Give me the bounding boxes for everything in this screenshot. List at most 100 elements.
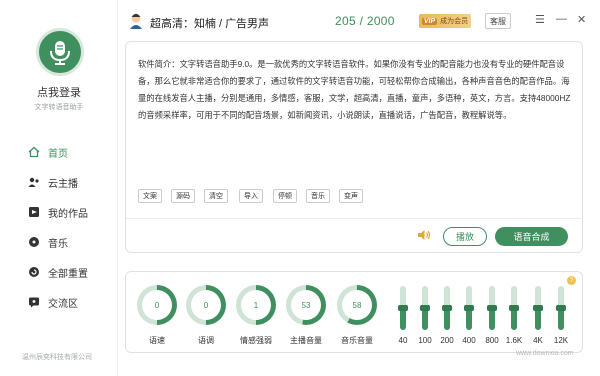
text-editor[interactable]: 软件简介：文字转语音助手9.0。是一款优秀的文字转语音软件。如果你没有专业的配音… xyxy=(125,41,583,253)
login-link[interactable]: 点我登录 xyxy=(0,84,118,100)
sidebar-item-label: 音乐 xyxy=(48,238,68,250)
sidebar-item-label: 交流区 xyxy=(48,298,78,310)
vip-button[interactable]: VIP 成为会员 xyxy=(419,14,471,28)
music-icon xyxy=(28,236,40,248)
eq-knob[interactable] xyxy=(533,305,543,311)
eq-knob[interactable] xyxy=(442,305,452,311)
eq-slider-200[interactable] xyxy=(442,286,452,330)
char-count-current: 205 xyxy=(335,14,356,28)
copy-text-button[interactable]: 文案 xyxy=(138,189,162,203)
editor-text[interactable]: 软件简介：文字转语音助手9.0。是一款优秀的文字转语音软件。如果你没有专业的配音… xyxy=(138,56,574,124)
source-code-button[interactable]: 源码 xyxy=(171,189,195,203)
eq-slider-40[interactable] xyxy=(398,286,408,330)
eq-fill xyxy=(511,308,517,330)
emotion-value: 1 xyxy=(241,290,271,320)
home-icon xyxy=(28,146,40,158)
voice-name: 知楠 xyxy=(194,18,216,30)
eq-label-40: 40 xyxy=(398,336,408,345)
sidebar-item-label: 首页 xyxy=(48,148,68,160)
clear-button[interactable]: 清空 xyxy=(204,189,228,203)
eq-slider-12k[interactable] xyxy=(556,286,566,330)
eq-slider-4k[interactable] xyxy=(533,286,543,330)
app-subtitle: 文字转语音助手 xyxy=(34,104,84,111)
eq-fill xyxy=(489,308,495,330)
voice-separator: / xyxy=(219,18,223,30)
char-count-max: 2000 xyxy=(366,14,395,28)
eq-fill xyxy=(558,308,564,330)
customer-service-button[interactable]: 客服 xyxy=(485,13,511,29)
voice-change-button[interactable]: 变声 xyxy=(339,189,363,203)
eq-knob[interactable] xyxy=(464,305,474,311)
sidebar-item-label: 全部重置 xyxy=(48,268,88,280)
eq-knob[interactable] xyxy=(487,305,497,311)
eq-fill xyxy=(400,308,406,330)
pitch-dial[interactable]: 0 xyxy=(186,285,226,325)
close-icon[interactable]: ✕ xyxy=(577,13,586,26)
works-icon xyxy=(28,206,40,218)
sidebar: 点我登录 文字转语音助手 首页 云主播 我的作品 音乐 全部重置 交流区 温州辰… xyxy=(0,0,118,376)
sidebar-item-chat[interactable]: 交流区 xyxy=(28,293,78,311)
microphone-logo-icon[interactable] xyxy=(36,28,84,76)
import-button[interactable]: 导入 xyxy=(239,189,263,203)
speed-label: 语速 xyxy=(149,336,165,345)
eq-label-12k: 12K xyxy=(553,336,569,345)
pitch-label: 语调 xyxy=(198,336,214,345)
play-button[interactable]: 播放 xyxy=(443,227,487,246)
sidebar-item-reset[interactable]: 全部重置 xyxy=(28,263,88,281)
eq-slider-800[interactable] xyxy=(487,286,497,330)
eq-fill xyxy=(535,308,541,330)
eq-slider-400[interactable] xyxy=(464,286,474,330)
speed-value: 0 xyxy=(142,290,172,320)
music-volume-dial[interactable]: 58 xyxy=(337,285,377,325)
sidebar-item-label: 我的作品 xyxy=(48,208,88,220)
company-name: 温州辰奕科技有限公司 xyxy=(22,354,92,361)
eq-label-200: 200 xyxy=(440,336,454,345)
eq-label-400: 400 xyxy=(462,336,476,345)
vip-label: 成为会员 xyxy=(440,18,469,25)
music-volume-label: 音乐音量 xyxy=(341,336,373,345)
speaker-icon[interactable] xyxy=(417,228,431,242)
emotion-dial[interactable]: 1 xyxy=(236,285,276,325)
voice-colon: ： xyxy=(183,18,194,30)
anchor-volume-value: 53 xyxy=(291,290,321,320)
eq-knob[interactable] xyxy=(420,305,430,311)
sidebar-item-home[interactable]: 首页 xyxy=(28,143,68,161)
speed-dial[interactable]: 0 xyxy=(137,285,177,325)
music-volume-value: 58 xyxy=(342,290,372,320)
voice-avatar-icon[interactable] xyxy=(128,12,144,30)
eq-label-800: 800 xyxy=(485,336,499,345)
eq-fill xyxy=(466,308,472,330)
char-counter: 205 / 2000 xyxy=(335,14,395,28)
sidebar-item-music[interactable]: 音乐 xyxy=(28,233,68,251)
sidebar-item-works[interactable]: 我的作品 xyxy=(28,203,88,221)
anchor-volume-dial[interactable]: 53 xyxy=(286,285,326,325)
eq-slider-100[interactable] xyxy=(420,286,430,330)
music-button[interactable]: 音乐 xyxy=(306,189,330,203)
eq-label-4k: 4K xyxy=(533,336,543,345)
eq-knob[interactable] xyxy=(509,305,519,311)
eq-slider-1-6k[interactable] xyxy=(509,286,519,330)
voice-quality: 超高清 xyxy=(150,18,183,30)
sidebar-item-cloud-anchor[interactable]: 云主播 xyxy=(28,173,78,191)
pause-button[interactable]: 停顿 xyxy=(273,189,297,203)
minimize-icon[interactable]: — xyxy=(556,13,567,25)
eq-label-1-6k: 1.6K xyxy=(505,336,523,345)
editor-divider xyxy=(126,218,582,219)
voice-style: 广告男声 xyxy=(225,18,270,30)
eq-fill xyxy=(444,308,450,330)
help-icon[interactable]: ? xyxy=(567,276,576,285)
sidebar-item-label: 云主播 xyxy=(48,178,78,190)
eq-fill xyxy=(422,308,428,330)
menu-icon[interactable]: ☰ xyxy=(535,13,545,26)
eq-knob[interactable] xyxy=(398,305,408,311)
anchor-volume-label: 主播音量 xyxy=(290,336,322,345)
eq-label-100: 100 xyxy=(418,336,432,345)
eq-knob[interactable] xyxy=(556,305,566,311)
vip-icon: VIP xyxy=(421,17,438,25)
emotion-label: 情感强弱 xyxy=(240,336,272,345)
char-count-separator: / xyxy=(359,14,364,28)
watermark: www.downxia.com xyxy=(516,350,574,357)
cloud-anchor-icon xyxy=(28,176,40,188)
synthesize-button[interactable]: 语音合成 xyxy=(495,227,568,246)
voice-title[interactable]: 超高清：知楠 / 广告男声 xyxy=(150,15,269,31)
